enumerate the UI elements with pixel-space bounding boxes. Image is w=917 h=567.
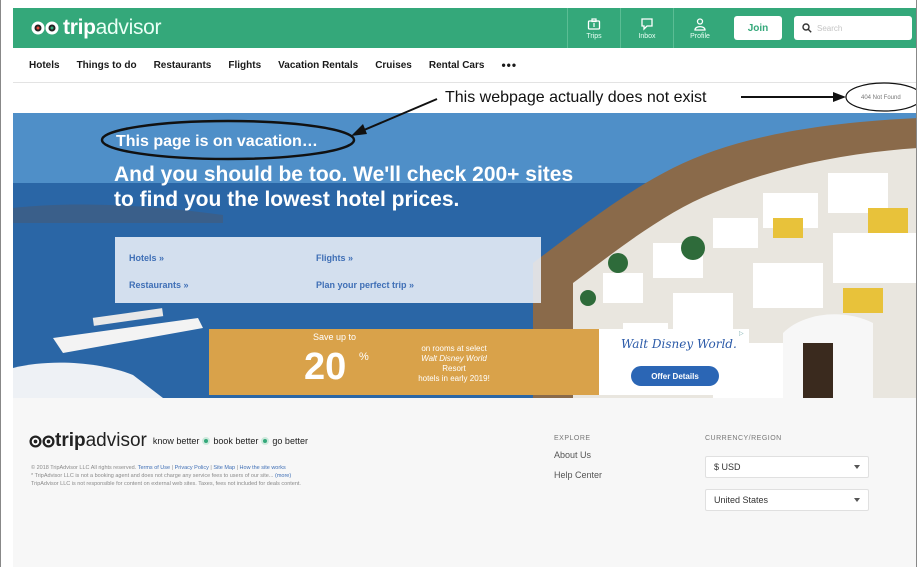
footer-logo-trip: trip bbox=[55, 430, 86, 451]
region-select[interactable]: United States bbox=[705, 489, 869, 511]
ad-save-text: Save up to bbox=[313, 332, 357, 342]
privacy-link[interactable]: Privacy Policy bbox=[175, 465, 209, 471]
search-input[interactable]: Search bbox=[794, 16, 912, 40]
nav-restaurants[interactable]: Restaurants bbox=[154, 60, 212, 71]
nav-things-to-do[interactable]: Things to do bbox=[77, 60, 137, 71]
offer-details-button[interactable]: Offer Details bbox=[631, 366, 719, 386]
nav-rental-cars[interactable]: Rental Cars bbox=[429, 60, 485, 71]
disclaimer-text: TripAdvisor LLC is not responsible for c… bbox=[31, 481, 301, 487]
footer-logo-text: tripadvisor bbox=[55, 430, 147, 452]
tagline-part: book better bbox=[213, 436, 259, 446]
footer-logo[interactable]: tripadvisor know better book better go b… bbox=[29, 430, 308, 452]
adchoices-icon[interactable]: ▷ bbox=[739, 330, 744, 337]
currency-value: $ USD bbox=[714, 462, 741, 472]
currency-select[interactable]: $ USD bbox=[705, 456, 869, 478]
briefcase-icon bbox=[587, 17, 601, 30]
disclaimer-text: * TripAdvisor LLC is not a booking agent… bbox=[31, 473, 275, 479]
hero-subtitle: This page is on vacation… bbox=[116, 133, 318, 150]
profile-button[interactable]: Profile bbox=[673, 8, 726, 48]
tagline-part: know better bbox=[152, 436, 200, 446]
sitemap-link[interactable]: Site Map bbox=[213, 465, 235, 471]
chevron-down-icon bbox=[854, 498, 860, 502]
ad-percent-sign: % bbox=[359, 351, 369, 363]
hero-banner: This page is on vacation… And you should… bbox=[13, 113, 916, 398]
tagline-dot-icon bbox=[202, 437, 211, 445]
page: trip advisor Trips Inbox Profile Join Sea… bbox=[0, 0, 917, 567]
hero-title: And you should be too. We'll check 200+ … bbox=[114, 163, 574, 211]
owl-eyes-icon bbox=[31, 21, 59, 35]
logo-trip-text: trip bbox=[63, 16, 96, 39]
link-hotels[interactable]: Hotels » bbox=[129, 253, 164, 263]
walt-disney-world-logo: Walt Disney World. bbox=[621, 337, 737, 351]
ad-desc-line: hotels in early 2019! bbox=[418, 374, 490, 383]
person-icon bbox=[694, 17, 706, 31]
search-placeholder: Search bbox=[817, 23, 843, 33]
nav-more-button[interactable]: ••• bbox=[501, 58, 517, 72]
footer-logo-advisor: advisor bbox=[85, 430, 147, 451]
explore-heading: EXPLORE bbox=[554, 435, 591, 442]
region-value: United States bbox=[714, 495, 769, 505]
search-icon bbox=[802, 23, 812, 33]
footer: tripadvisor know better book better go b… bbox=[13, 398, 916, 567]
inbox-label: Inbox bbox=[638, 32, 656, 40]
nav-vacation-rentals[interactable]: Vacation Rentals bbox=[278, 60, 358, 71]
nav-flights[interactable]: Flights bbox=[228, 60, 261, 71]
category-nav: Hotels Things to do Restaurants Flights … bbox=[29, 58, 534, 72]
ad-brand-panel: Walt Disney World. Offer Details ▷ bbox=[599, 329, 749, 395]
chevron-down-icon bbox=[854, 465, 860, 469]
message-icon bbox=[641, 17, 653, 31]
link-flights[interactable]: Flights » bbox=[316, 253, 353, 263]
join-button[interactable]: Join bbox=[734, 16, 782, 40]
trips-button[interactable]: Trips bbox=[567, 8, 620, 48]
currency-heading: CURRENCY/REGION bbox=[705, 435, 782, 442]
footer-tagline: know better book better go better bbox=[153, 436, 308, 446]
inbox-button[interactable]: Inbox bbox=[620, 8, 673, 48]
link-restaurants[interactable]: Restaurants » bbox=[129, 280, 189, 290]
how-site-works-link[interactable]: How the site works bbox=[240, 465, 286, 471]
legal-text: © 2018 TripAdvisor LLC All rights reserv… bbox=[31, 464, 431, 488]
ad-desc-line: Walt Disney World bbox=[421, 354, 487, 363]
ad-desc-line: on rooms at select bbox=[421, 344, 487, 353]
tagline-part: go better bbox=[272, 436, 308, 446]
owl-eyes-icon bbox=[29, 434, 55, 448]
nav-divider bbox=[13, 82, 916, 83]
help-center-link[interactable]: Help Center bbox=[554, 470, 602, 480]
ad-desc-line: Resort bbox=[442, 364, 466, 373]
about-us-link[interactable]: About Us bbox=[554, 450, 591, 460]
header-bar: trip advisor Trips Inbox Profile Join Sea… bbox=[13, 8, 916, 48]
annotation-text: This webpage actually does not exist bbox=[445, 89, 707, 106]
terms-link[interactable]: Terms of Use bbox=[138, 465, 170, 471]
disney-ad-banner[interactable]: Save up to 20 % on rooms at select Walt … bbox=[209, 329, 749, 395]
ad-percent-value: 20 bbox=[304, 346, 347, 388]
copyright-text: © 2018 TripAdvisor LLC All rights reserv… bbox=[31, 465, 137, 471]
nav-hotels[interactable]: Hotels bbox=[29, 60, 60, 71]
more-link[interactable]: (more) bbox=[275, 473, 291, 479]
not-found-badge: 404 Not Found bbox=[861, 95, 901, 101]
logo-advisor-text: advisor bbox=[95, 16, 162, 39]
quick-links-box: Hotels » Flights » Restaurants » Plan yo… bbox=[115, 237, 541, 303]
nav-cruises[interactable]: Cruises bbox=[375, 60, 412, 71]
profile-label: Profile bbox=[690, 32, 710, 40]
tagline-dot-icon bbox=[261, 437, 270, 445]
link-plan-trip[interactable]: Plan your perfect trip » bbox=[316, 280, 414, 290]
ad-description: on rooms at select Walt Disney World Res… bbox=[399, 344, 509, 384]
trips-label: Trips bbox=[586, 32, 602, 40]
tripadvisor-logo[interactable]: trip advisor bbox=[31, 16, 162, 40]
